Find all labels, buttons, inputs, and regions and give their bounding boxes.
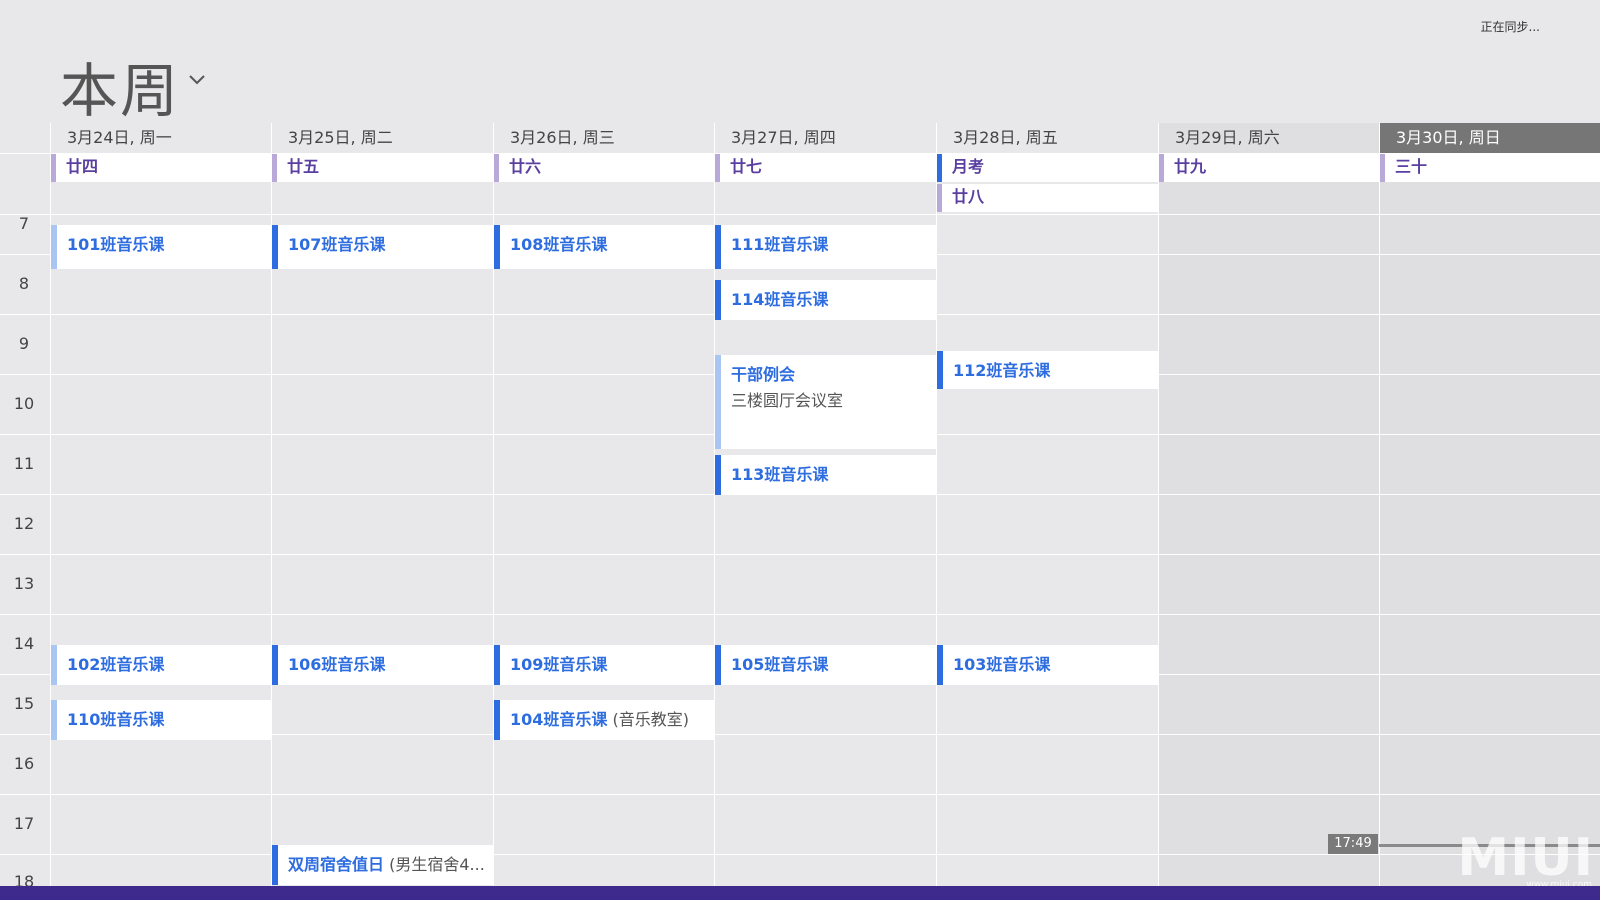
- grid-line: [0, 214, 1600, 215]
- hour-label: 16: [13, 754, 35, 773]
- lunar-date-sat[interactable]: 廿九: [1159, 154, 1379, 182]
- event-107[interactable]: 107班音乐课: [272, 225, 493, 269]
- event-108[interactable]: 108班音乐课: [494, 225, 714, 269]
- lunar-date-fri[interactable]: 廿八: [937, 184, 1158, 212]
- weekend-column-sat: [1159, 123, 1380, 886]
- event-104[interactable]: 104班音乐课 (音乐教室): [494, 700, 714, 740]
- event-title: 105班音乐课: [731, 655, 829, 674]
- event-110[interactable]: 110班音乐课: [51, 700, 271, 740]
- event-title: 103班音乐课: [953, 655, 1051, 674]
- event-112[interactable]: 112班音乐课: [937, 351, 1158, 389]
- lunar-date-sun[interactable]: 三十: [1380, 154, 1600, 182]
- day-header-sat[interactable]: 3月29日, 周六: [1159, 123, 1379, 153]
- event-location: (音乐教室): [612, 710, 690, 729]
- day-header-tue[interactable]: 3月25日, 周二: [272, 123, 493, 153]
- event-114[interactable]: 114班音乐课: [715, 280, 936, 320]
- event-title: 108班音乐课: [510, 235, 608, 254]
- hour-label: 15: [13, 694, 35, 713]
- lunar-date-wed[interactable]: 廿六: [494, 154, 714, 182]
- event-102[interactable]: 102班音乐课: [51, 645, 271, 685]
- hour-label: 10: [13, 394, 35, 413]
- grid-line: [0, 854, 1600, 855]
- bottom-app-bar[interactable]: [0, 886, 1600, 900]
- event-106[interactable]: 106班音乐课: [272, 645, 493, 685]
- event-location: 三楼圆厅会议室: [731, 391, 844, 410]
- allday-event-fri[interactable]: 月考: [937, 154, 1158, 182]
- event-title: 113班音乐课: [731, 465, 829, 484]
- event-title: 112班音乐课: [953, 361, 1051, 380]
- event-title: 102班音乐课: [67, 655, 165, 674]
- page-title[interactable]: 本周: [60, 44, 180, 128]
- grid-line: [936, 123, 937, 886]
- hour-label: 13: [13, 574, 35, 593]
- event-dorm-duty[interactable]: 双周宿舍值日 (男生宿舍4...: [272, 845, 493, 885]
- event-111[interactable]: 111班音乐课: [715, 225, 936, 269]
- sync-status: 正在同步...: [1480, 20, 1540, 34]
- day-header-mon[interactable]: 3月24日, 周一: [51, 123, 271, 153]
- event-title: 104班音乐课: [510, 710, 608, 729]
- day-header-thu[interactable]: 3月27日, 周四: [715, 123, 936, 153]
- day-header-wed[interactable]: 3月26日, 周三: [494, 123, 714, 153]
- hour-label: 12: [13, 514, 35, 533]
- grid-line: [1379, 123, 1380, 886]
- hour-label: 17: [13, 814, 35, 833]
- grid-line: [1158, 123, 1159, 886]
- event-title: 101班音乐课: [67, 235, 165, 254]
- lunar-date-tue[interactable]: 廿五: [272, 154, 493, 182]
- event-109[interactable]: 109班音乐课: [494, 645, 714, 685]
- lunar-date-thu[interactable]: 廿七: [715, 154, 936, 182]
- lunar-date-mon[interactable]: 廿四: [51, 154, 271, 182]
- event-101[interactable]: 101班音乐课: [51, 225, 271, 269]
- event-meeting[interactable]: 干部例会 三楼圆厅会议室: [715, 355, 936, 449]
- hour-label: 14: [13, 634, 35, 653]
- event-title: 干部例会: [731, 365, 796, 384]
- current-time-label: 17:49: [1328, 834, 1378, 854]
- hour-label: 7: [18, 214, 30, 233]
- event-location: (男生宿舍4...: [389, 855, 485, 874]
- weekend-column-sun: [1380, 123, 1600, 886]
- event-title: 107班音乐课: [288, 235, 386, 254]
- grid-line: [0, 614, 1600, 615]
- event-title: 双周宿舍值日: [288, 855, 385, 874]
- chevron-down-icon[interactable]: [186, 68, 208, 90]
- event-title: 109班音乐课: [510, 655, 608, 674]
- event-title: 106班音乐课: [288, 655, 386, 674]
- hour-label: 8: [18, 274, 30, 293]
- event-title: 111班音乐课: [731, 235, 829, 254]
- day-header-fri[interactable]: 3月28日, 周五: [937, 123, 1158, 153]
- event-113[interactable]: 113班音乐课: [715, 455, 936, 495]
- hour-label: 9: [18, 334, 30, 353]
- day-header-sun-today[interactable]: 3月30日, 周日: [1380, 123, 1600, 153]
- grid-line: [0, 794, 1600, 795]
- event-105[interactable]: 105班音乐课: [715, 645, 936, 685]
- hour-label: 11: [13, 454, 35, 473]
- event-title: 110班音乐课: [67, 710, 165, 729]
- event-103[interactable]: 103班音乐课: [937, 645, 1158, 685]
- grid-line: [0, 554, 1600, 555]
- event-title: 114班音乐课: [731, 290, 829, 309]
- watermark-logo: MIUI: [1457, 828, 1594, 888]
